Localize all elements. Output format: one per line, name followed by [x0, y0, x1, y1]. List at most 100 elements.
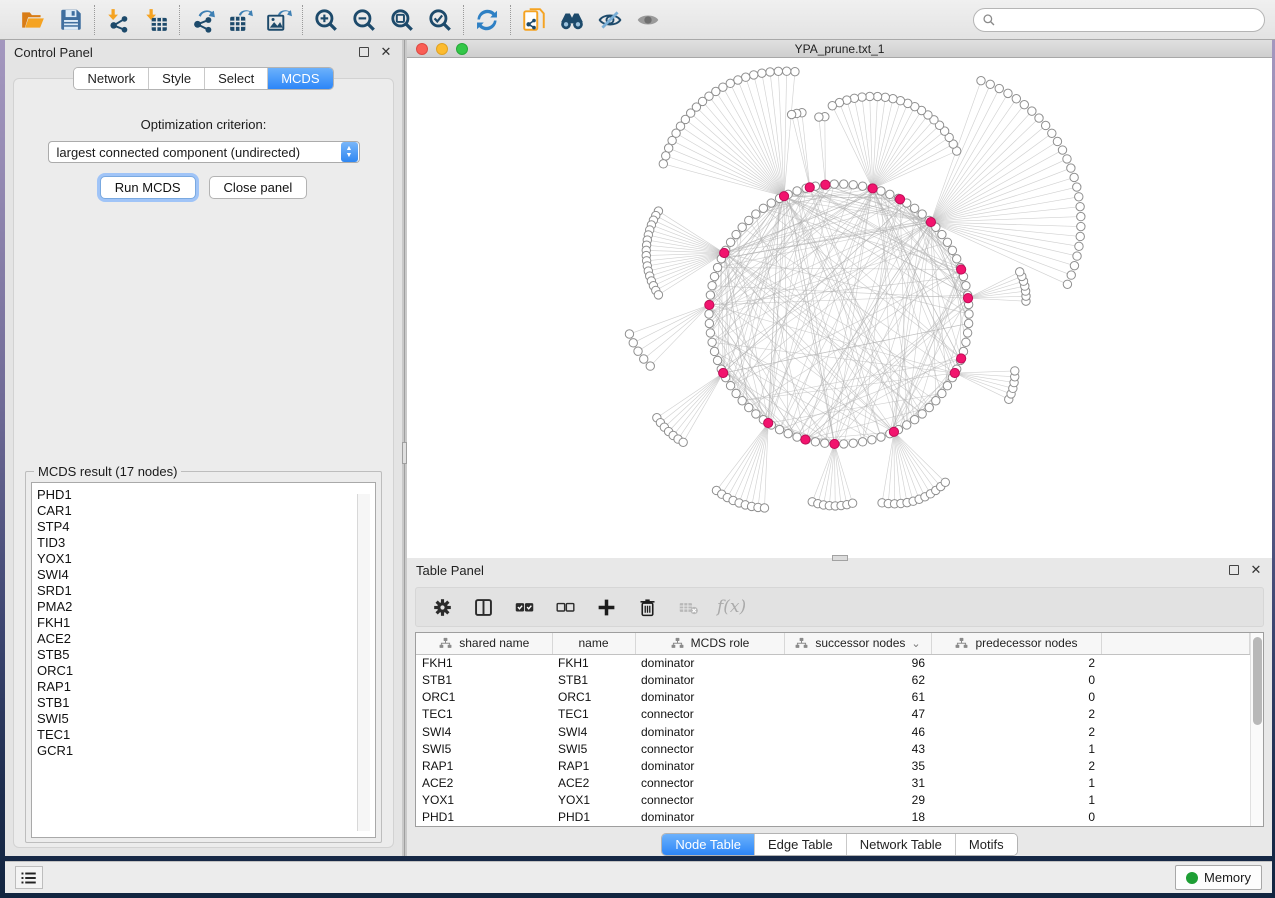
float-panel-icon[interactable] — [357, 45, 371, 59]
hide-selected-button[interactable] — [596, 6, 624, 34]
column-header-shared-name[interactable]: shared name — [416, 633, 552, 654]
table-cell[interactable] — [1101, 706, 1249, 723]
network-node[interactable] — [910, 204, 918, 212]
network-node[interactable] — [964, 319, 972, 327]
network-node[interactable] — [943, 238, 951, 246]
table-row[interactable]: TEC1TEC1connector472 — [416, 706, 1249, 723]
tab-node-table[interactable]: Node Table — [662, 834, 755, 855]
network-node[interactable] — [659, 160, 667, 168]
network-node[interactable] — [849, 439, 857, 447]
table-cell[interactable]: 62 — [784, 672, 931, 689]
result-list-item[interactable]: PHD1 — [37, 487, 375, 503]
table-cell[interactable]: 2 — [931, 706, 1101, 723]
table-cell[interactable]: connector — [635, 792, 784, 809]
network-node[interactable] — [1063, 155, 1071, 163]
table-cell[interactable]: SWI5 — [416, 740, 552, 757]
network-node-selected[interactable] — [950, 368, 959, 377]
tab-network-table[interactable]: Network Table — [847, 834, 956, 855]
result-list-item[interactable]: PMA2 — [37, 599, 375, 615]
network-node[interactable] — [840, 180, 848, 188]
table-row[interactable]: PHD1PHD1dominator180 — [416, 809, 1249, 826]
network-node[interactable] — [775, 425, 783, 433]
table-cell[interactable]: STB1 — [416, 672, 552, 689]
float-table-panel-icon[interactable] — [1227, 563, 1241, 577]
result-list-item[interactable]: RAP1 — [37, 679, 375, 695]
network-node[interactable] — [873, 92, 881, 100]
table-cell[interactable]: dominator — [635, 757, 784, 774]
network-node[interactable] — [1070, 173, 1078, 181]
table-cell[interactable]: YOX1 — [552, 792, 635, 809]
network-node[interactable] — [706, 291, 714, 299]
table-cell[interactable]: 43 — [784, 740, 931, 757]
table-cell[interactable] — [1101, 672, 1249, 689]
table-row[interactable]: YOX1YOX1connector291 — [416, 792, 1249, 809]
export-table-button[interactable] — [227, 6, 255, 34]
table-cell[interactable]: 61 — [784, 689, 931, 706]
network-node[interactable] — [640, 355, 648, 363]
table-cell[interactable]: 0 — [931, 689, 1101, 706]
network-node[interactable] — [963, 329, 971, 337]
network-node[interactable] — [774, 67, 782, 75]
network-node[interactable] — [962, 338, 970, 346]
network-window-titlebar[interactable]: YPA_prune.txt_1 — [407, 40, 1272, 58]
network-node[interactable] — [1035, 114, 1043, 122]
network-node[interactable] — [962, 282, 970, 290]
network-node[interactable] — [995, 84, 1003, 92]
network-node-selected[interactable] — [926, 217, 935, 226]
column-header-successor-nodes[interactable]: successor nodes⌄ — [784, 633, 931, 654]
table-cell[interactable]: connector — [635, 706, 784, 723]
table-row[interactable]: ORC1ORC1dominator610 — [416, 689, 1249, 706]
network-node[interactable] — [664, 144, 672, 152]
table-cell[interactable]: ORC1 — [416, 689, 552, 706]
table-cell[interactable]: FKH1 — [416, 654, 552, 671]
network-node[interactable] — [886, 190, 894, 198]
network-node[interactable] — [889, 94, 897, 102]
network-node[interactable] — [1076, 202, 1084, 210]
network-node[interactable] — [705, 319, 713, 327]
network-node-selected[interactable] — [720, 248, 729, 257]
network-node[interactable] — [811, 438, 819, 446]
first-neighbors-button[interactable] — [558, 6, 586, 34]
network-node[interactable] — [1016, 268, 1024, 276]
network-node[interactable] — [932, 397, 940, 405]
network-node[interactable] — [1076, 232, 1084, 240]
table-cell[interactable]: 35 — [784, 757, 931, 774]
network-node[interactable] — [868, 436, 876, 444]
network-node[interactable] — [1004, 89, 1012, 97]
result-list-item[interactable]: YOX1 — [37, 551, 375, 567]
table-cell[interactable]: 2 — [931, 723, 1101, 740]
network-node[interactable] — [1028, 107, 1036, 115]
network-canvas[interactable] — [407, 58, 1272, 558]
table-cell[interactable] — [1101, 774, 1249, 791]
network-node-selected[interactable] — [963, 294, 972, 303]
table-cell[interactable]: RAP1 — [416, 757, 552, 774]
network-node[interactable] — [1077, 222, 1085, 230]
search-input[interactable] — [1001, 13, 1256, 27]
table-cell[interactable]: dominator — [635, 809, 784, 826]
result-list-item[interactable]: GCR1 — [37, 743, 375, 759]
tab-network[interactable]: Network — [74, 68, 149, 89]
table-cell[interactable]: 46 — [784, 723, 931, 740]
optimization-criterion-select[interactable]: largest connected component (undirected)… — [48, 141, 360, 163]
export-image-button[interactable] — [265, 6, 293, 34]
network-node[interactable] — [732, 230, 740, 238]
table-cell[interactable]: 47 — [784, 706, 931, 723]
table-cell[interactable]: connector — [635, 774, 784, 791]
network-node[interactable] — [745, 216, 753, 224]
result-list-item[interactable]: ACE2 — [37, 631, 375, 647]
table-cell[interactable]: PHD1 — [416, 809, 552, 826]
table-cell[interactable]: dominator — [635, 723, 784, 740]
network-node[interactable] — [750, 71, 758, 79]
network-node[interactable] — [965, 310, 973, 318]
column-header-MCDS-role[interactable]: MCDS role — [635, 633, 784, 654]
network-node-selected[interactable] — [719, 368, 728, 377]
table-cell[interactable]: 1 — [931, 792, 1101, 809]
table-row[interactable]: FKH1FKH1dominator962 — [416, 654, 1249, 671]
table-cell[interactable]: dominator — [635, 672, 784, 689]
network-node[interactable] — [1012, 95, 1020, 103]
network-node-selected[interactable] — [705, 300, 714, 309]
network-node[interactable] — [877, 433, 885, 441]
network-node[interactable] — [705, 310, 713, 318]
network-node[interactable] — [848, 499, 856, 507]
network-node-selected[interactable] — [801, 435, 810, 444]
